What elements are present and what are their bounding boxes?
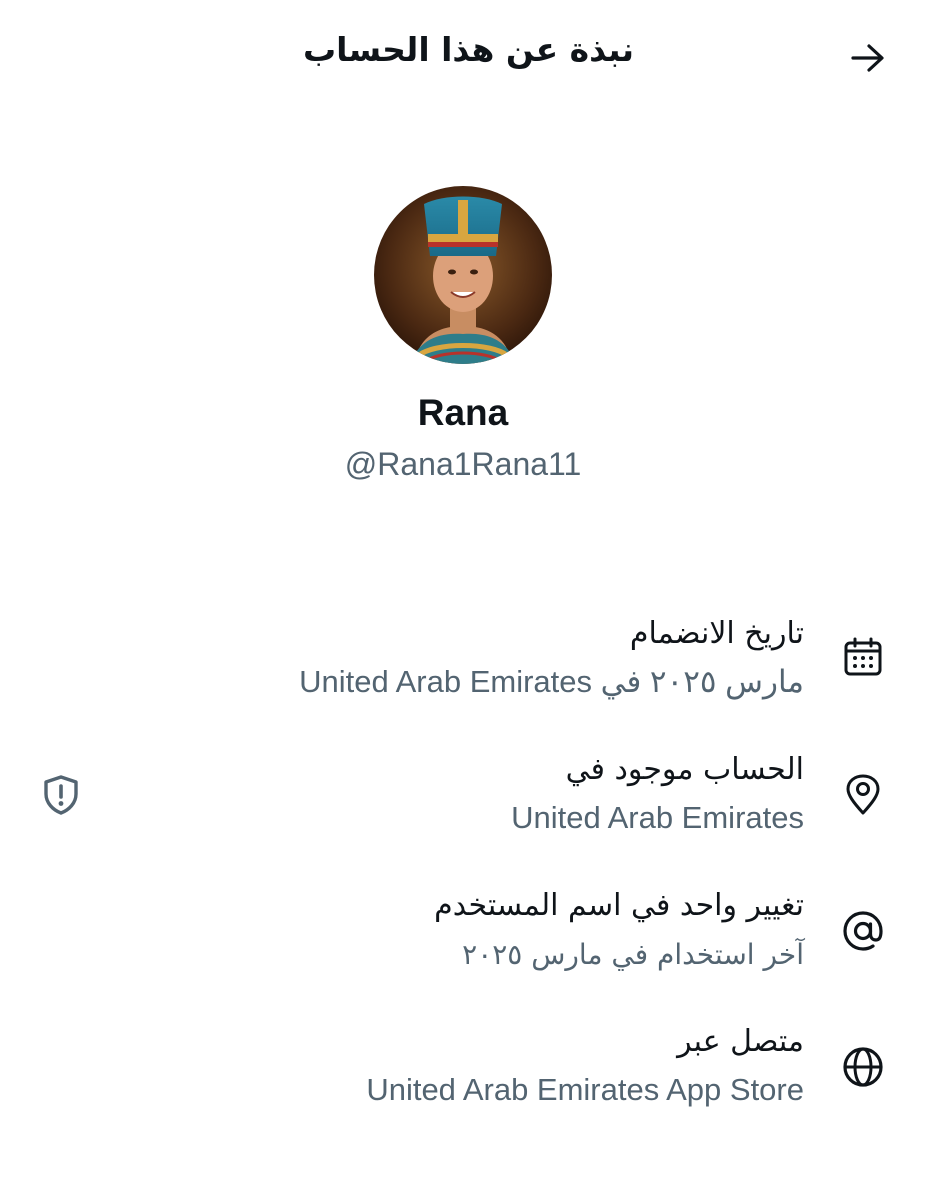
username-handle: @Rana1Rana11 [344,446,582,482]
info-row-joined: تاريخ الانضمام مارس ٢٠٢٥ في United Arab … [0,612,926,722]
location-pin-icon [840,772,886,818]
row-value: مارس ٢٠٢٥ في United Arab Emirates [299,664,804,699]
arrow-right-icon [851,44,884,72]
back-button[interactable] [844,34,892,82]
display-name: Rana [417,392,509,433]
at-sign-icon [840,908,886,954]
row-title: متصل عبر [677,1024,804,1059]
row-title: الحساب موجود في [565,752,804,787]
calendar-icon [840,634,886,680]
header-bar: نبذة عن هذا الحساب [0,0,926,110]
info-row-location: الحساب موجود في United Arab Emirates [0,748,926,858]
info-row-username-change: تغيير واحد في اسم المستخدم آخر استخدام ف… [0,884,926,994]
row-value: آخر استخدام في مارس ٢٠٢٥ [462,938,804,971]
page-title: نبذة عن هذا الحساب [303,30,634,69]
shield-alert-icon[interactable] [40,774,82,816]
row-value: United Arab Emirates [511,800,804,835]
info-row-connected-via: متصل عبر United Arab Emirates App Store [0,1020,926,1130]
row-title: تغيير واحد في اسم المستخدم [434,888,804,923]
row-value: United Arab Emirates App Store [366,1072,804,1107]
avatar[interactable] [374,186,552,364]
row-title: تاريخ الانضمام [629,616,804,651]
globe-icon [840,1044,886,1090]
